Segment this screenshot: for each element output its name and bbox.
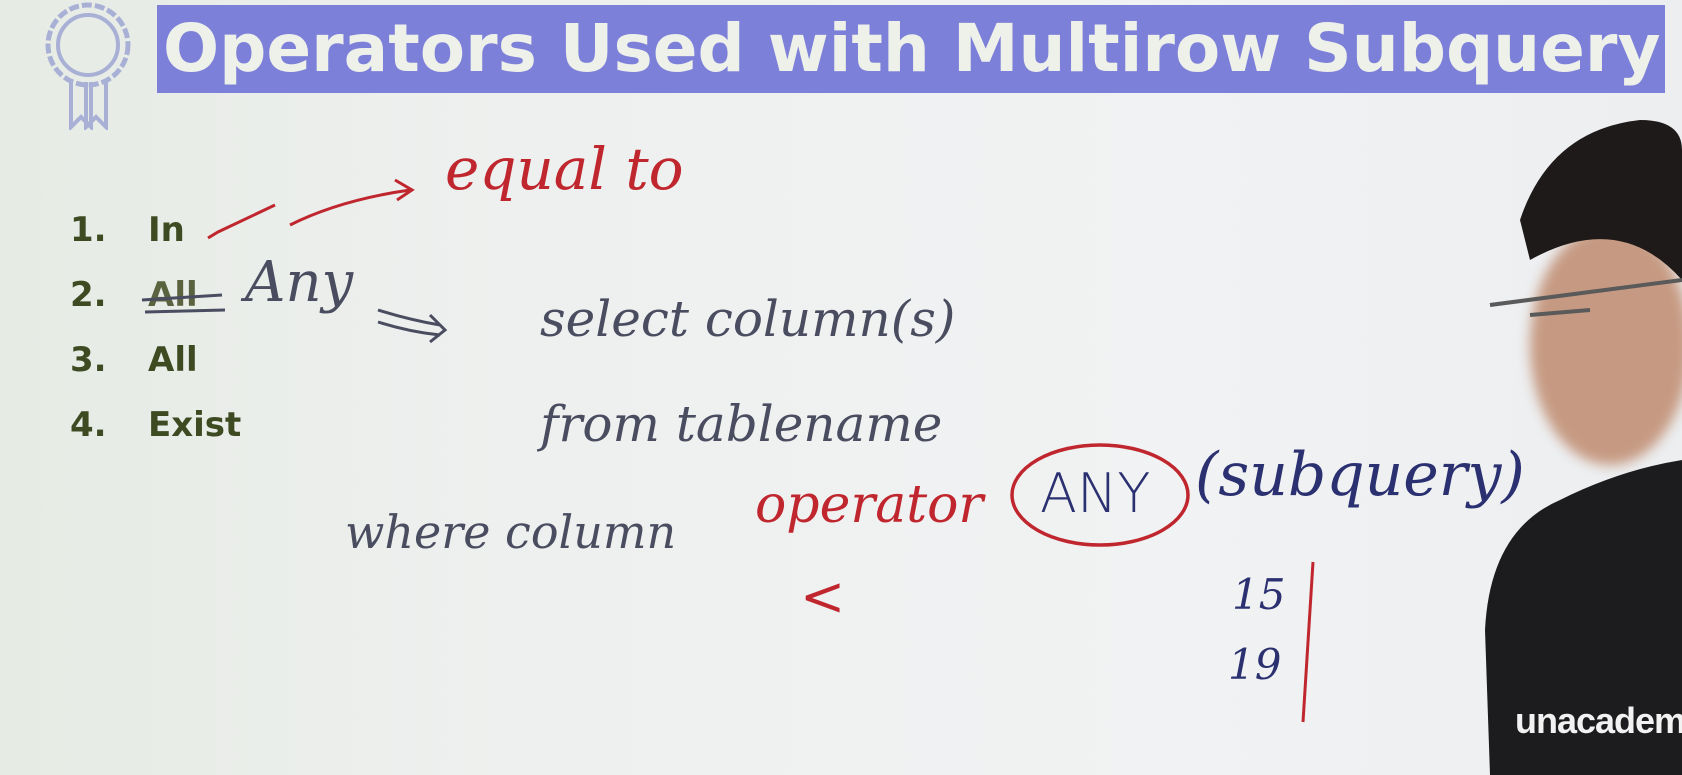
arrow-stroke <box>289 178 415 227</box>
divider-stroke <box>1301 561 1315 723</box>
shirt-brand-logo: unacademy <box>1515 700 1682 741</box>
note-value-15: 15 <box>1232 570 1286 619</box>
note-equal-to: equal to <box>445 135 684 203</box>
ink-strokes <box>141 178 1315 723</box>
note-any-circled: ANY <box>1040 462 1151 525</box>
strikethrough-stroke <box>141 293 226 314</box>
note-where-line: where column <box>345 505 677 559</box>
note-operator: operator <box>755 475 984 535</box>
checkmark-stroke <box>207 203 276 240</box>
note-from-line: from tablename <box>540 395 943 453</box>
note-any: Any <box>245 250 354 315</box>
note-less-than: < <box>800 565 846 628</box>
presenter <box>1485 120 1682 775</box>
implies-arrow-stroke <box>377 308 448 344</box>
note-value-19: 19 <box>1228 640 1282 689</box>
note-select-line: select column(s) <box>540 290 956 348</box>
